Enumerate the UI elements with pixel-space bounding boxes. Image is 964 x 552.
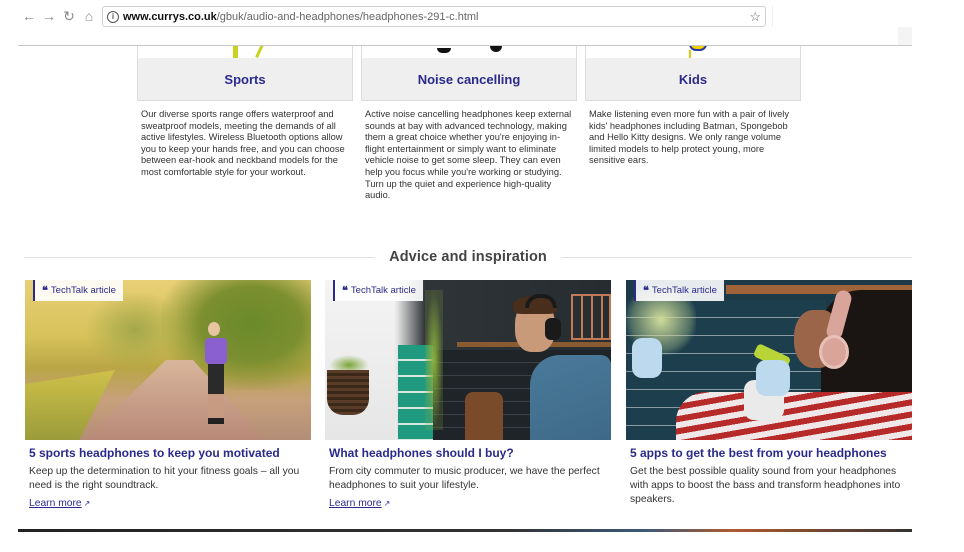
category-label[interactable]: Sports bbox=[137, 58, 353, 101]
article-description: Get the best possible quality sound from… bbox=[630, 466, 901, 505]
external-link-icon: ↗ bbox=[83, 499, 91, 508]
photo-headphone-cup bbox=[819, 335, 849, 369]
bookmarks-bar-edge bbox=[898, 27, 912, 45]
techtalk-badge: ❝ TechTalk article bbox=[634, 280, 724, 301]
photo-headphone-cup bbox=[545, 318, 561, 340]
category-description: Make listening even more fun with a pair… bbox=[589, 109, 789, 166]
reload-icon[interactable]: ↻ bbox=[62, 8, 76, 24]
category-description: Our diverse sports range offers waterpro… bbox=[141, 109, 345, 177]
category-description: Active noise cancelling headphones keep … bbox=[365, 109, 572, 201]
badge-label: TechTalk article bbox=[651, 285, 717, 296]
article-title[interactable]: 5 sports headphones to keep you motivate… bbox=[25, 446, 311, 460]
article-title[interactable]: What headphones should I buy? bbox=[325, 446, 611, 460]
sports-headphone-image bbox=[233, 46, 238, 58]
photo-copper-rack bbox=[571, 294, 611, 340]
browser-nav: ← → ↻ ⌂ bbox=[22, 8, 96, 24]
photo-trees-bg bbox=[85, 290, 185, 370]
url-path: /gbuk/audio-and-headphones/headphones-29… bbox=[216, 10, 479, 23]
photo-runner-legs bbox=[208, 364, 224, 424]
article-image-woman-headphones[interactable]: ❝ TechTalk article bbox=[626, 280, 912, 440]
article-card[interactable]: ❝ TechTalk article What headphones shoul… bbox=[325, 280, 611, 511]
kids-headphone-cable bbox=[689, 50, 691, 58]
advice-section-header: Advice and inspiration bbox=[24, 247, 913, 267]
category-image-noise-cancelling[interactable] bbox=[361, 46, 577, 58]
article-card[interactable]: ❝ TechTalk article 5 apps to get the bes… bbox=[626, 280, 912, 507]
category-card-noise-cancelling[interactable]: Noise cancelling Active noise cancelling… bbox=[361, 46, 577, 202]
photo-chopping-board bbox=[465, 392, 503, 440]
photo-headphone-band bbox=[525, 294, 557, 308]
category-card-kids[interactable]: Kids Make listening even more fun with a… bbox=[585, 46, 801, 167]
category-image-kids[interactable] bbox=[585, 46, 801, 58]
noise-headphone-image-right bbox=[490, 46, 502, 52]
badge-label: TechTalk article bbox=[50, 285, 116, 296]
techtalk-badge: ❝ TechTalk article bbox=[333, 280, 423, 301]
photo-hanging-pot bbox=[327, 370, 369, 415]
photo-runner-top bbox=[205, 338, 227, 364]
article-image-runner[interactable]: ❝ TechTalk article bbox=[25, 280, 311, 440]
noise-headphone-image-left bbox=[437, 48, 451, 53]
learn-more-link[interactable]: Learn more ↗ bbox=[325, 498, 394, 509]
divider-right bbox=[560, 256, 913, 258]
category-card-sports[interactable]: Sports Our diverse sports range offers w… bbox=[137, 46, 353, 179]
external-link-icon: ↗ bbox=[383, 499, 391, 508]
quote-icon: ❝ bbox=[643, 284, 649, 297]
article-description: From city commuter to music producer, we… bbox=[329, 466, 600, 491]
bookmarks-bar bbox=[18, 27, 912, 45]
learn-more-link[interactable]: Learn more ↗ bbox=[25, 498, 94, 509]
category-label[interactable]: Noise cancelling bbox=[361, 58, 577, 101]
divider-left bbox=[24, 256, 376, 258]
address-bar[interactable]: i www.currys.co.uk /gbuk/audio-and-headp… bbox=[102, 6, 766, 27]
article-description: Keep up the determination to hit your fi… bbox=[29, 466, 300, 491]
category-label[interactable]: Kids bbox=[585, 58, 801, 101]
article-card[interactable]: ❝ TechTalk article 5 sports headphones t… bbox=[25, 280, 311, 511]
extension-area bbox=[772, 6, 912, 27]
section-title: Advice and inspiration bbox=[389, 249, 547, 265]
info-icon[interactable]: i bbox=[107, 10, 119, 23]
sports-headphone-cable bbox=[255, 46, 264, 58]
category-image-sports[interactable] bbox=[137, 46, 353, 58]
photo-striped-shirt bbox=[676, 392, 912, 440]
url-host: www.currys.co.uk bbox=[123, 10, 217, 23]
learn-more-label: Learn more bbox=[29, 498, 82, 509]
kids-headphone-image bbox=[689, 46, 707, 51]
article-title[interactable]: 5 apps to get the best from your headpho… bbox=[626, 446, 912, 460]
photo-man-shirt bbox=[530, 355, 611, 440]
next-section-edge bbox=[18, 529, 912, 532]
home-icon[interactable]: ⌂ bbox=[82, 8, 96, 24]
back-icon[interactable]: ← bbox=[22, 8, 36, 24]
photo-glove-left bbox=[632, 338, 662, 378]
bookmark-star-icon[interactable]: ☆ bbox=[749, 9, 761, 25]
photo-runner-head bbox=[208, 322, 220, 336]
learn-more-label: Learn more bbox=[329, 498, 382, 509]
forward-icon[interactable]: → bbox=[42, 8, 56, 24]
badge-label: TechTalk article bbox=[350, 285, 416, 296]
quote-icon: ❝ bbox=[42, 284, 48, 297]
techtalk-badge: ❝ TechTalk article bbox=[33, 280, 123, 301]
photo-glove-right bbox=[756, 360, 790, 396]
article-image-man-headphones[interactable]: ❝ TechTalk article bbox=[325, 280, 611, 440]
photo-vine bbox=[425, 290, 443, 430]
quote-icon: ❝ bbox=[342, 284, 348, 297]
